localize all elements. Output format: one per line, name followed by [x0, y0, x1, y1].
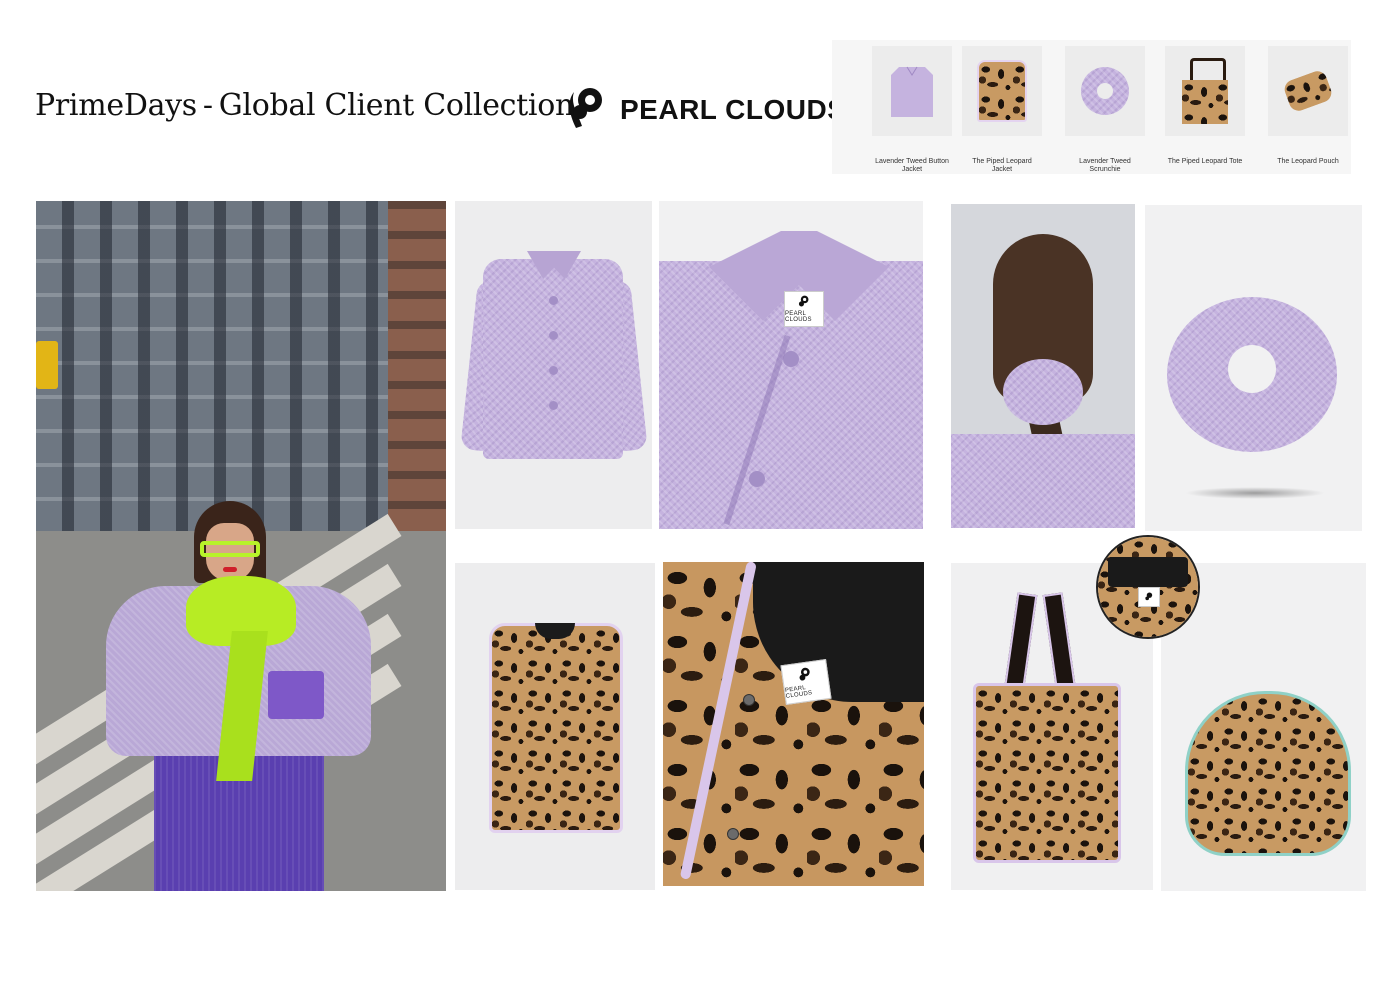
traffic-light	[36, 341, 58, 389]
page-title: PrimeDays-Global Client Collection-	[35, 88, 604, 123]
label-tag-text: PEARL CLOUDS	[785, 311, 812, 323]
leopard-jacket-detail-photo: PEARL CLOUDS	[663, 562, 924, 886]
title-part2: Global Client Collection	[218, 88, 575, 123]
lavender-jacket-photo	[455, 201, 652, 529]
snap-button	[743, 694, 755, 706]
scrunchie-product-photo	[1145, 205, 1362, 531]
brand-label-mini	[1138, 587, 1160, 607]
lavender-jacket-detail-photo: PEARL CLOUDS	[659, 201, 923, 529]
lavender-jacket-thumb	[872, 46, 952, 136]
strip-label: Lavender Tweed Button Jacket	[875, 158, 949, 173]
product-strip: Lavender Tweed Button Jacket The Piped L…	[832, 40, 1351, 174]
label-tag-text: PEARL CLOUDS	[784, 685, 813, 700]
title-separator: -	[202, 88, 213, 123]
leopard-tote-thumb	[1165, 46, 1245, 136]
leopard-jacket-photo	[455, 563, 655, 890]
strip-label: The Leopard Pouch	[1277, 158, 1339, 165]
snap-button	[727, 828, 739, 840]
leopard-jacket-thumb	[962, 46, 1042, 136]
scrunchie-worn-photo	[951, 204, 1135, 528]
leopard-pouch-thumb	[1268, 46, 1348, 136]
scrunchie-thumb	[1065, 46, 1145, 136]
strip-item-leopard-tote[interactable]: The Piped Leopard Tote	[1165, 46, 1245, 166]
strip-label: The Piped Leopard Jacket	[972, 158, 1032, 173]
strip-label: Lavender Tweed Scrunchie	[1079, 158, 1131, 173]
neon-sunglasses	[200, 541, 260, 557]
strip-item-leopard-jacket[interactable]: The Piped Leopard Jacket	[962, 46, 1042, 174]
strip-item-leopard-pouch[interactable]: The Leopard Pouch	[1268, 46, 1348, 166]
street-style-photo	[36, 201, 446, 891]
strip-label: The Piped Leopard Tote	[1167, 158, 1243, 165]
tote-inner-detail-inset	[1096, 535, 1200, 639]
pearl-clouds-logo-icon	[569, 88, 602, 128]
strip-item-scrunchie[interactable]: Lavender Tweed Scrunchie	[1065, 46, 1145, 174]
brand-label-tag: PEARL CLOUDS	[780, 658, 832, 706]
brand-name: PEARL CLOUDS	[620, 94, 847, 125]
brand-label-tag: PEARL CLOUDS	[784, 291, 824, 327]
strip-item-lavender-jacket[interactable]: Lavender Tweed Button Jacket	[872, 46, 952, 174]
title-part1: PrimeDays	[35, 88, 197, 123]
